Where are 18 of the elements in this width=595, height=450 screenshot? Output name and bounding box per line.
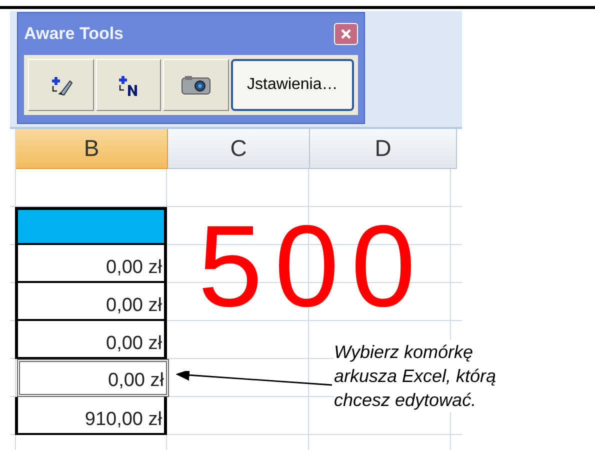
settings-button[interactable]: Jstawienia…	[230, 59, 354, 111]
column-header[interactable]: C	[168, 129, 310, 169]
handwritten-note: 500	[198, 208, 428, 324]
filled-cell[interactable]	[15, 207, 167, 245]
column-header[interactable]: B	[16, 129, 168, 169]
column-header[interactable]: D	[310, 129, 457, 169]
table-cell[interactable]: 0,00 zł	[15, 245, 167, 283]
table-cell[interactable]: 0,00 zł	[17, 359, 169, 397]
close-icon	[340, 28, 352, 40]
tool-button[interactable]	[28, 59, 94, 111]
close-button[interactable]	[334, 23, 358, 45]
window-title: Aware Tools	[24, 24, 124, 44]
camera-icon	[180, 73, 212, 97]
table-cell[interactable]: 0,00 zł	[15, 321, 167, 359]
table-cell[interactable]: 910,00 zł	[15, 397, 167, 435]
tool-button[interactable]	[96, 59, 162, 111]
table-cell[interactable]: 0,00 zł	[15, 283, 167, 321]
camera-button[interactable]	[163, 59, 229, 111]
